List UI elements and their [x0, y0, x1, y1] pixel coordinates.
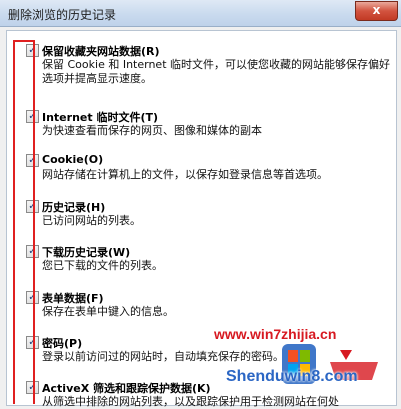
option-label: ActiveX 筛选和跟踪保护数据(K) — [42, 382, 211, 395]
option-label: 历史记录(H) — [42, 201, 106, 214]
option-description: 为快速查看而保存的网页、图像和媒体的副本 — [42, 124, 262, 137]
option-description: 从筛选中排除的网站列表，以及跟踪保护用于检测网站在何处 — [42, 395, 339, 408]
checkbox-preserve-favorites[interactable]: ✓ — [26, 44, 39, 57]
option-description: 网站存储在计算机上的文件，以保存如登录信息等首选项。 — [42, 168, 328, 181]
option-description: 保留 Cookie 和 Internet 临时文件，可以使您收藏的网站能够保存偏… — [42, 58, 390, 85]
checkbox-history[interactable]: ✓ — [26, 200, 39, 213]
check-icon: ✓ — [28, 382, 37, 393]
check-icon: ✓ — [28, 155, 37, 166]
check-icon: ✓ — [28, 337, 37, 348]
check-icon: ✓ — [28, 201, 37, 212]
watermark-brand: Shenduwin8.com — [226, 368, 358, 385]
option-description: 保存在表单中键入的信息。 — [42, 305, 174, 318]
check-icon: ✓ — [28, 292, 37, 303]
option-label: 密码(P) — [42, 337, 83, 350]
option-label: Internet 临时文件(T) — [42, 111, 159, 124]
checkbox-temp-files[interactable]: ✓ — [26, 110, 39, 123]
check-icon: ✓ — [28, 246, 37, 257]
checkbox-download-history[interactable]: ✓ — [26, 245, 39, 258]
option-label: 表单数据(F) — [42, 292, 104, 305]
option-label: Cookie(O) — [42, 153, 104, 166]
close-icon: x — [372, 3, 381, 17]
watermark-url: www.win7zhijia.cn — [214, 326, 337, 342]
option-description: 已访问网站的列表。 — [42, 214, 141, 227]
option-label: 保留收藏夹网站数据(R) — [42, 45, 160, 58]
window-title: 删除浏览的历史记录 — [8, 8, 117, 22]
checkbox-form-data[interactable]: ✓ — [26, 291, 39, 304]
option-label: 下载历史记录(W) — [42, 246, 131, 259]
check-icon: ✓ — [28, 111, 37, 122]
title-bar: 删除浏览的历史记录 x — [0, 0, 401, 27]
checkbox-cookies[interactable]: ✓ — [26, 154, 39, 167]
close-button[interactable]: x — [355, 1, 398, 21]
checkbox-activex-tracking[interactable]: ✓ — [26, 381, 39, 394]
checkbox-passwords[interactable]: ✓ — [26, 336, 39, 349]
option-description: 您已下载的文件的列表。 — [42, 259, 163, 272]
check-icon: ✓ — [28, 45, 37, 56]
